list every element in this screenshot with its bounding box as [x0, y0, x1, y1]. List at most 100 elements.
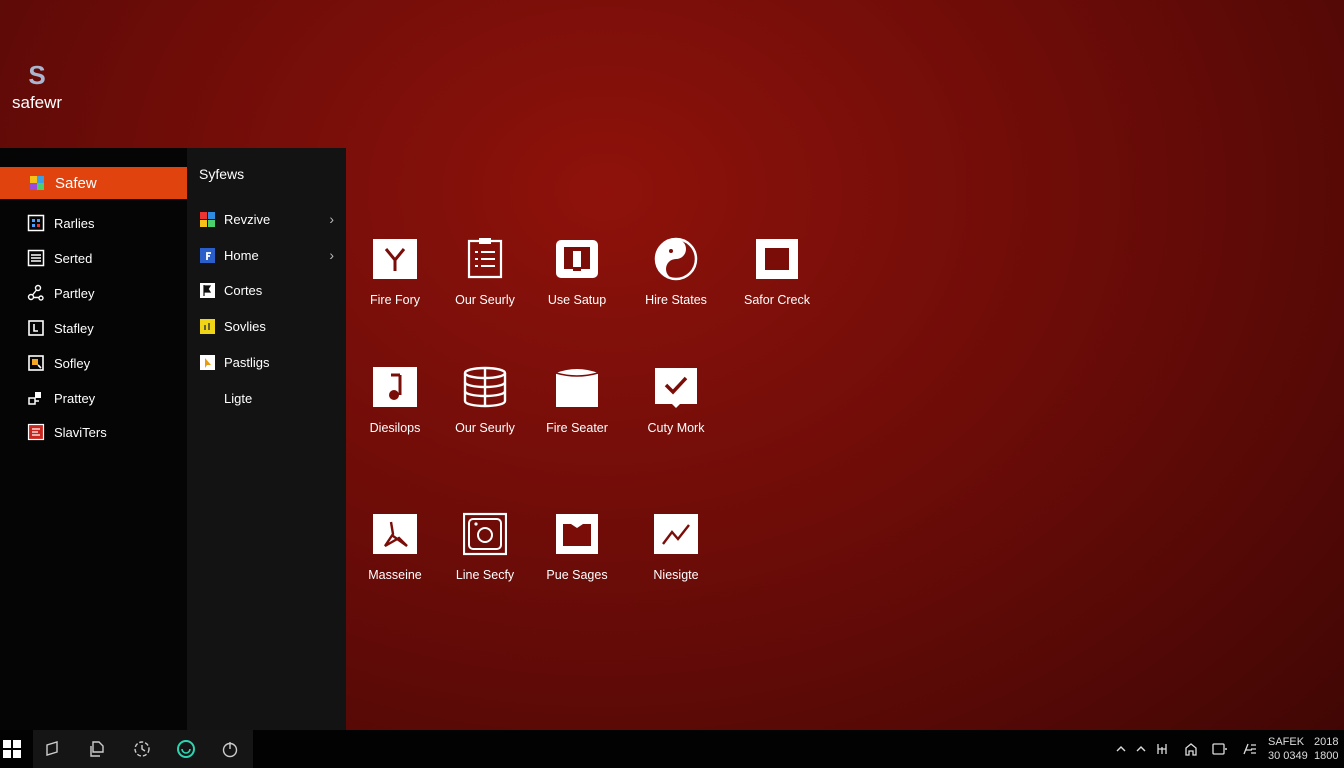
left-menu-item-slaviters[interactable]: SlaviTers: [0, 416, 187, 448]
tile-label: Hire States: [645, 293, 707, 307]
mid-menu-label: Cortes: [224, 282, 263, 298]
left-menu-item-partley[interactable]: Partley: [0, 277, 187, 309]
tile-masseine[interactable]: Masseine: [345, 512, 445, 582]
music-note-icon: [373, 367, 417, 407]
left-menu-label: Safew: [55, 174, 97, 192]
start-icon[interactable]: [2, 739, 22, 759]
yin-yang-icon: [654, 237, 698, 281]
mid-menu-item-revzive[interactable]: Revzive ›: [188, 204, 346, 234]
left-menu-item-rarlies[interactable]: Rarlies: [0, 207, 187, 239]
tile-label: Use Satup: [547, 293, 607, 307]
start-menu-middle-panel: [187, 148, 346, 730]
tile-label: Safor Creck: [744, 293, 810, 307]
document-list-icon: [467, 238, 503, 279]
frame-icon: [27, 319, 45, 337]
left-menu-label: Rarlies: [54, 215, 95, 231]
square-badge-icon: [27, 354, 45, 372]
box-icon: [555, 369, 599, 407]
left-menu-label: Serted: [54, 250, 93, 266]
pen-icon[interactable]: [43, 739, 63, 759]
mid-menu-label: Revzive: [224, 211, 271, 227]
tile-hire-states[interactable]: Hire States: [626, 237, 726, 307]
left-menu-item-safew[interactable]: Safew: [0, 167, 187, 199]
mid-menu-label: Ligte: [224, 390, 253, 406]
left-menu-item-sofley[interactable]: Sofley: [0, 347, 187, 379]
home-icon[interactable]: [1183, 741, 1199, 757]
tile-label: Cuty Mork: [647, 421, 705, 435]
pointer-icon: [199, 354, 216, 371]
display-icon[interactable]: [1211, 741, 1229, 757]
mid-menu-item-pastligs[interactable]: Pastligs: [188, 347, 346, 377]
mid-menu-label: Home: [224, 247, 259, 263]
square-frame-icon: [756, 239, 798, 279]
tile-use-satup[interactable]: Use Satup: [527, 237, 627, 307]
trend-line-icon: [654, 514, 698, 554]
tile-cuty-mork[interactable]: Cuty Mork: [626, 365, 726, 435]
book-icon: [556, 514, 598, 554]
blank-icon: [199, 390, 216, 407]
clock[interactable]: SAFEK 30 0349: [1268, 735, 1308, 763]
chevron-right-icon: ›: [329, 247, 334, 263]
desktop-logo[interactable]: S safewr: [12, 60, 72, 113]
tile-label: Fire Fory: [370, 293, 420, 307]
mid-menu-label: Pastligs: [224, 354, 270, 370]
logo-name: safewr: [12, 93, 63, 112]
tile-label: Masseine: [368, 568, 422, 582]
database-icon: [463, 366, 507, 408]
clock-seconds: 30 0349: [1268, 750, 1308, 762]
tile-fire-seater[interactable]: Fire Seater: [527, 365, 627, 435]
chevron-right-icon: ›: [329, 211, 334, 227]
camera-icon: [463, 512, 507, 556]
share-nodes-icon: [27, 284, 45, 302]
tile-our-seurly-2[interactable]: Our Seurly: [435, 365, 535, 435]
tiles-icon: [199, 211, 216, 228]
left-menu-label: Sofley: [54, 355, 91, 371]
left-menu-label: Prattey: [54, 390, 96, 406]
left-menu-item-serted[interactable]: Serted: [0, 242, 187, 274]
left-menu-label: Partley: [54, 285, 95, 301]
chat-icon[interactable]: [176, 739, 196, 759]
copy-icon[interactable]: [87, 739, 107, 759]
mid-menu-label: Sovlies: [224, 318, 266, 334]
home-app-icon: [199, 247, 216, 264]
left-menu-item-stafley[interactable]: Stafley: [0, 312, 187, 344]
left-menu-label: Stafley: [54, 320, 94, 336]
date-year: 2018: [1314, 736, 1339, 748]
colorful-app-icon: [28, 174, 46, 192]
chevron-up-icon[interactable]: [1134, 741, 1148, 757]
middle-panel-title: Syfews: [199, 166, 245, 182]
clock-time: SAFEK: [1268, 736, 1305, 748]
red-app-icon: [27, 423, 45, 441]
date[interactable]: 2018 1800: [1314, 735, 1338, 763]
mid-menu-item-sovlies[interactable]: Sovlies: [188, 311, 346, 341]
language-icon[interactable]: [1241, 741, 1259, 757]
list-icon: [27, 249, 45, 267]
logo-letter: S: [28, 60, 46, 90]
tile-label: Niesigte: [653, 568, 699, 582]
taskbar: SAFEK 30 0349 2018 1800: [0, 730, 1344, 768]
flag-icon: [199, 282, 216, 299]
y-letter-icon: [373, 239, 417, 279]
left-menu-item-prattey[interactable]: Prattey: [0, 382, 187, 414]
tile-pue-sages[interactable]: Pue Sages: [527, 512, 627, 582]
left-menu-label: SlaviTers: [54, 424, 107, 440]
tile-safor-creck[interactable]: Safor Creck: [727, 237, 827, 307]
tile-fire-fory[interactable]: Fire Fory: [345, 237, 445, 307]
checkmark-icon: [655, 368, 697, 408]
clock-refresh-icon[interactable]: [132, 739, 152, 759]
tile-our-seurly[interactable]: Our Seurly: [435, 237, 535, 307]
network-icon[interactable]: [1155, 741, 1169, 757]
mid-menu-item-ligte[interactable]: Ligte: [188, 383, 346, 413]
power-clock-icon[interactable]: [220, 739, 240, 759]
pdf-icon: [373, 514, 417, 554]
tile-diesilops[interactable]: Diesilops: [345, 365, 445, 435]
mid-menu-item-cortes[interactable]: Cortes: [188, 275, 346, 305]
tile-label: Fire Seater: [546, 421, 608, 435]
tile-line-secfy[interactable]: Line Secfy: [435, 512, 535, 582]
chevron-up-icon[interactable]: [1114, 741, 1128, 757]
mid-menu-item-home[interactable]: Home ›: [188, 240, 346, 270]
tile-label: Diesilops: [369, 421, 421, 435]
date-value: 1800: [1314, 750, 1339, 762]
tile-label: Our Seurly: [455, 421, 515, 435]
tile-niesigte[interactable]: Niesigte: [626, 512, 726, 582]
